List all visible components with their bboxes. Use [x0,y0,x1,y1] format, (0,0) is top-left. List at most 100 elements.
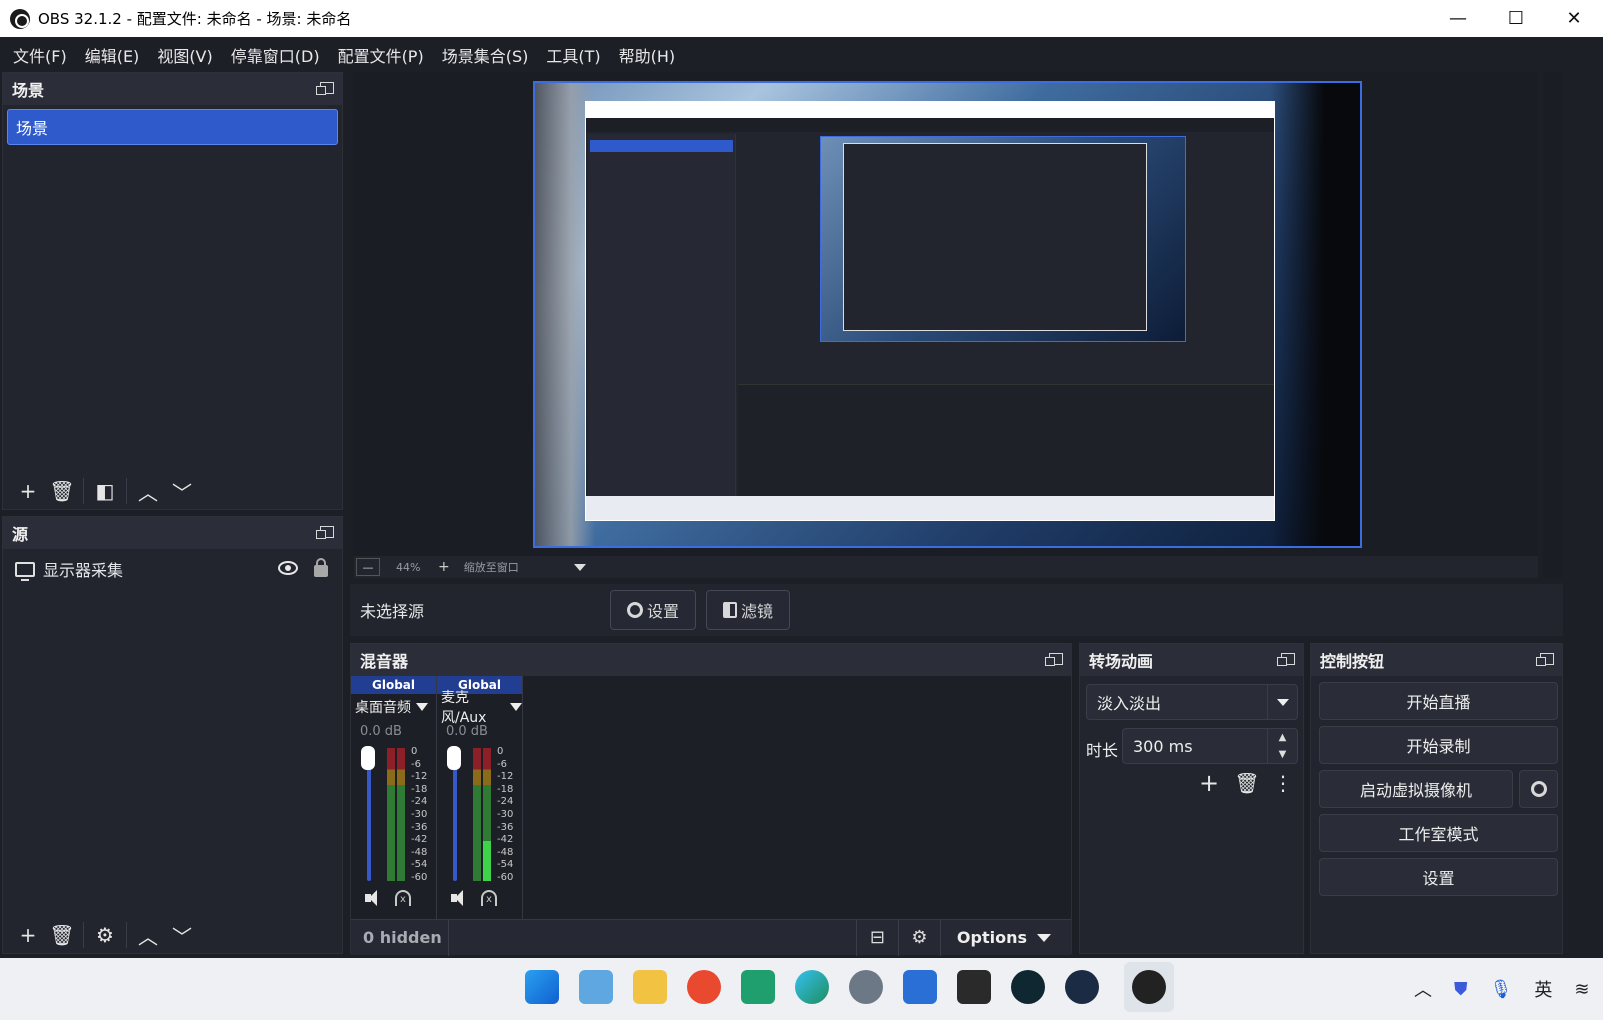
advanced-audio-icon[interactable]: ⚙ [897,919,940,956]
filter-icon [723,602,738,618]
zoom-out-button[interactable]: — [356,558,380,576]
scene-filters-button[interactable]: ◧ [88,476,122,506]
menu-profile[interactable]: 配置文件(P) [329,43,433,67]
wifi-icon[interactable]: ≋ [1574,979,1589,1000]
chevron-down-icon [416,703,428,711]
menu-file[interactable]: 文件(F) [4,43,76,67]
menu-tools[interactable]: 工具(T) [537,43,609,67]
monitor-headphones-icon[interactable] [481,890,497,906]
scale-mode-select[interactable]: 缩放至窗口 [464,559,574,575]
volume-fader-handle[interactable] [447,746,461,770]
float-dock-icon[interactable] [316,82,334,95]
zoom-in-button[interactable]: + [438,559,450,575]
title-bar: OBS 32.1.2 - 配置文件: 未命名 - 场景: 未命名 — ☐ ✕ [0,0,1603,37]
ccleaner-icon[interactable] [687,970,721,1004]
volume-fader-handle[interactable] [361,746,375,770]
mixer-title: 混音器 [360,652,409,671]
options-button[interactable]: Options [939,919,1071,956]
source-properties-button[interactable]: ⚙ [88,920,122,950]
nested-scenes-panel [588,134,736,520]
transition-select[interactable]: 淡入淡出 [1086,684,1298,720]
source-settings-button[interactable]: 设置 [610,590,697,630]
float-dock-icon[interactable] [1045,653,1063,666]
microsoft-store-icon[interactable] [903,970,937,1004]
zoom-bar: — 44% + 缩放至窗口 [354,556,1538,578]
nested-obs-capture [585,101,1275,521]
microphone-icon[interactable]: 🎙 [1490,979,1513,1000]
close-button[interactable]: ✕ [1545,0,1603,37]
widgets-icon[interactable] [579,970,613,1004]
mute-speaker-icon[interactable] [365,890,383,906]
monitor-headphones-icon[interactable] [395,890,411,906]
spin-up-icon[interactable]: ▲ [1268,729,1297,746]
input-method-indicator[interactable]: 英 [1534,976,1552,1002]
maximize-button[interactable]: ☐ [1487,0,1545,37]
controls-dock: 控制按钮 开始直播 开始录制 启动虚拟摄像机 工作室模式 设置 [1310,643,1563,954]
float-dock-icon[interactable] [1536,653,1554,666]
chevron-down-icon[interactable] [573,563,586,571]
monitor-app-icon[interactable] [741,970,775,1004]
channel-db: 0.0 dB [446,723,488,739]
remove-scene-button[interactable]: 🗑 [45,476,79,506]
context-bar: 未选择源 设置 滤镜 [350,584,1563,636]
hidden-count[interactable]: 0 hidden [363,919,449,956]
lock-icon[interactable] [314,558,328,577]
studio-mode-button[interactable]: 工作室模式 [1319,814,1558,852]
channel-name-menu[interactable]: 桌面音频 [351,694,436,720]
menu-edit[interactable]: 编辑(E) [76,43,149,67]
menu-view[interactable]: 视图(V) [148,43,221,67]
move-scene-down-button[interactable]: ﹀ [165,476,199,506]
edge-browser-icon[interactable] [795,970,829,1004]
preview-scrollbar[interactable] [1543,72,1563,578]
obs-taskbar-icon[interactable] [1132,970,1166,1004]
remove-source-button[interactable]: 🗑 [45,920,79,950]
spin-down-icon[interactable]: ▼ [1268,746,1297,763]
menu-help[interactable]: 帮助(H) [610,43,685,67]
duration-input[interactable]: 300 ms ▲ ▼ [1122,728,1298,764]
move-source-down-button[interactable]: ﹀ [165,920,199,950]
preview-area[interactable] [354,72,1538,556]
preview-canvas[interactable] [533,81,1362,548]
source-list-item[interactable]: 显示器采集 [3,549,342,589]
remove-transition-button[interactable]: 🗑 [1230,768,1264,798]
steam-icon[interactable] [1065,970,1099,1004]
tray-overflow-chevron-icon[interactable]: ︿ [1414,976,1432,1002]
app-ring-icon[interactable] [1011,970,1045,1004]
menu-scene-collection[interactable]: 场景集合(S) [433,43,538,67]
start-menu-icon[interactable] [525,970,559,1004]
nested-scene-item [590,140,733,152]
chevron-down-icon[interactable] [1267,685,1297,719]
menu-docks[interactable]: 停靠窗口(D) [222,43,329,67]
add-scene-button[interactable]: + [11,476,45,506]
mute-speaker-icon[interactable] [451,890,469,906]
virtual-camera-settings-button[interactable] [1519,770,1558,808]
source-filters-button[interactable]: 滤镜 [706,590,791,630]
start-streaming-button[interactable]: 开始直播 [1319,682,1558,720]
chevron-down-icon [1037,933,1051,942]
settings-button[interactable]: 设置 [1319,858,1558,896]
gear-icon [1530,781,1547,797]
file-explorer-icon[interactable] [633,970,667,1004]
float-dock-icon[interactable] [316,526,334,539]
security-shield-icon[interactable]: ⛊ [1454,979,1468,1000]
move-source-up-button[interactable]: ︿ [131,920,165,950]
add-source-button[interactable]: + [11,920,45,950]
sources-dock: 源 显示器采集 + 🗑 ⚙ ︿ ﹀ [2,516,343,954]
minimize-button[interactable]: — [1429,0,1487,37]
duration-spinner[interactable]: ▲ ▼ [1267,729,1297,763]
move-scene-up-button[interactable]: ︿ [131,476,165,506]
settings-app-icon[interactable] [849,970,883,1004]
add-transition-button[interactable]: + [1192,768,1226,798]
mixer-channel-mic: Global 麦克风/Aux 0.0 dB 0 -6 -12 -18 -24 -30 -36… [437,676,523,919]
level-meter [473,748,481,881]
scene-list-item[interactable]: 场景 [7,109,338,145]
channel-name-menu[interactable]: 麦克风/Aux [437,690,522,726]
transition-properties-button[interactable]: ⋮ [1266,768,1300,798]
notion-icon[interactable] [957,970,991,1004]
visibility-eye-icon[interactable] [278,561,298,575]
start-virtual-camera-button[interactable]: 启动虚拟摄像机 [1319,770,1513,808]
mixer-layout-icon[interactable]: ⊟ [855,919,898,956]
start-recording-button[interactable]: 开始录制 [1319,726,1558,764]
float-dock-icon[interactable] [1277,653,1295,666]
duration-label: 时长 [1086,741,1119,760]
